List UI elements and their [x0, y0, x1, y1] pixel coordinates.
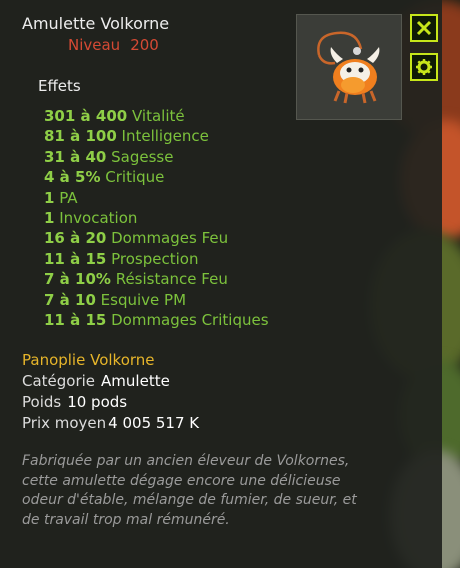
item-info: Panoplie Volkorne Catégorie Amulette Poid… — [22, 350, 199, 434]
weight-row: Poids 10 pods — [22, 393, 128, 411]
effect-line: 31 à 40 Sagesse — [44, 147, 174, 166]
price-row: Prix moyen 4 005 517 K — [22, 414, 200, 432]
item-icon-frame — [296, 14, 402, 120]
effect-line: 1 Invocation — [44, 208, 138, 227]
level-value: 200 — [130, 36, 159, 54]
item-description: Fabriquée par un ancien éleveur de Volko… — [22, 453, 357, 528]
gear-icon — [416, 59, 432, 75]
effect-line: 16 à 20 Dommages Feu — [44, 229, 229, 248]
effect-line: 11 à 15 Prospection — [44, 249, 199, 268]
effect-line: 301 à 400 Vitalité — [44, 107, 185, 125]
level-label: Niveau — [68, 36, 121, 54]
effects-list: 301 à 400 Vitalité 81 à 100 Intelligence… — [44, 106, 269, 330]
effect-line: 7 à 10 Esquive PM — [44, 290, 187, 309]
close-icon — [416, 20, 432, 36]
item-level: Niveau 200 — [68, 36, 159, 54]
set-name-link[interactable]: Panoplie Volkorne — [22, 350, 199, 371]
close-button[interactable] — [410, 14, 438, 42]
effects-heading: Effets — [38, 77, 81, 95]
effect-line: 1 PA — [44, 188, 78, 207]
effect-line: 7 à 10% Résistance Feu — [44, 270, 228, 289]
effect-line: 4 à 5% Critique — [44, 168, 165, 187]
effect-line: 11 à 15 Dommages Critiques — [44, 310, 269, 329]
item-name: Amulette Volkorne — [22, 14, 170, 33]
effect-line: 81 à 100 Intelligence — [44, 127, 209, 146]
orange-bull-amulet-icon — [317, 31, 380, 104]
category-row: Catégorie Amulette — [22, 372, 170, 390]
settings-button[interactable] — [410, 53, 438, 81]
